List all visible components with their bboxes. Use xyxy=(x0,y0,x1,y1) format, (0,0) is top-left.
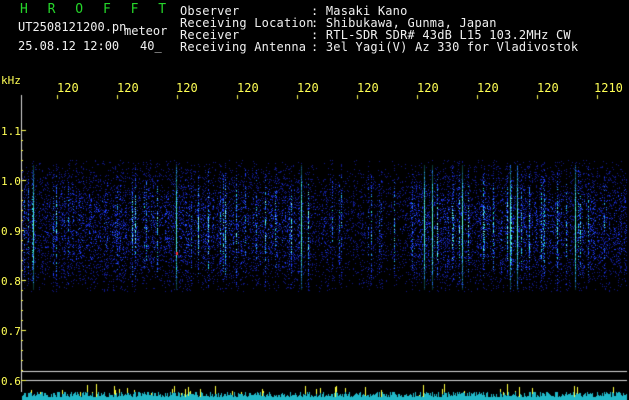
x-tick-label: 120 xyxy=(117,81,139,95)
x-tick-label: 120 xyxy=(357,81,379,95)
y-unit-label: kHz xyxy=(1,74,21,87)
y-tick-label: 0.8 xyxy=(1,275,21,288)
x-tick-label: 120 xyxy=(477,81,499,95)
app-title: H R O F F T xyxy=(20,2,173,17)
y-tick-label: 0.7 xyxy=(1,325,21,338)
x-tick-label: 120 xyxy=(297,81,319,95)
x-tick-label: 120 xyxy=(57,81,79,95)
y-tick-label: 0.6 xyxy=(1,375,21,388)
y-tick-label: 1.0 xyxy=(1,175,21,188)
x-tick-label: 120 xyxy=(176,81,198,95)
x-tick-label: 120 xyxy=(417,81,439,95)
x-tick-label: 1210 xyxy=(594,81,623,95)
filename-label: UT2508121200.pn xyxy=(18,20,127,34)
x-tick-label: 120 xyxy=(537,81,559,95)
hrofft-window: H R O F F T UT2508121200.pn meteor 25.08… xyxy=(0,0,629,400)
y-tick-label: 1.1 xyxy=(1,125,21,138)
spectrogram-canvas xyxy=(0,0,629,400)
count-label: 40_ xyxy=(140,39,162,53)
y-tick-label: 0.9 xyxy=(1,225,21,238)
datetime-label: 25.08.12 12:00 xyxy=(18,39,120,53)
x-tick-label: 120 xyxy=(237,81,259,95)
antenna-value: : 3el Yagi(V) Az 330 for Vladivostok xyxy=(311,40,579,54)
mode-label: meteor xyxy=(124,24,168,38)
antenna-label: Receiving Antenna xyxy=(180,40,307,54)
